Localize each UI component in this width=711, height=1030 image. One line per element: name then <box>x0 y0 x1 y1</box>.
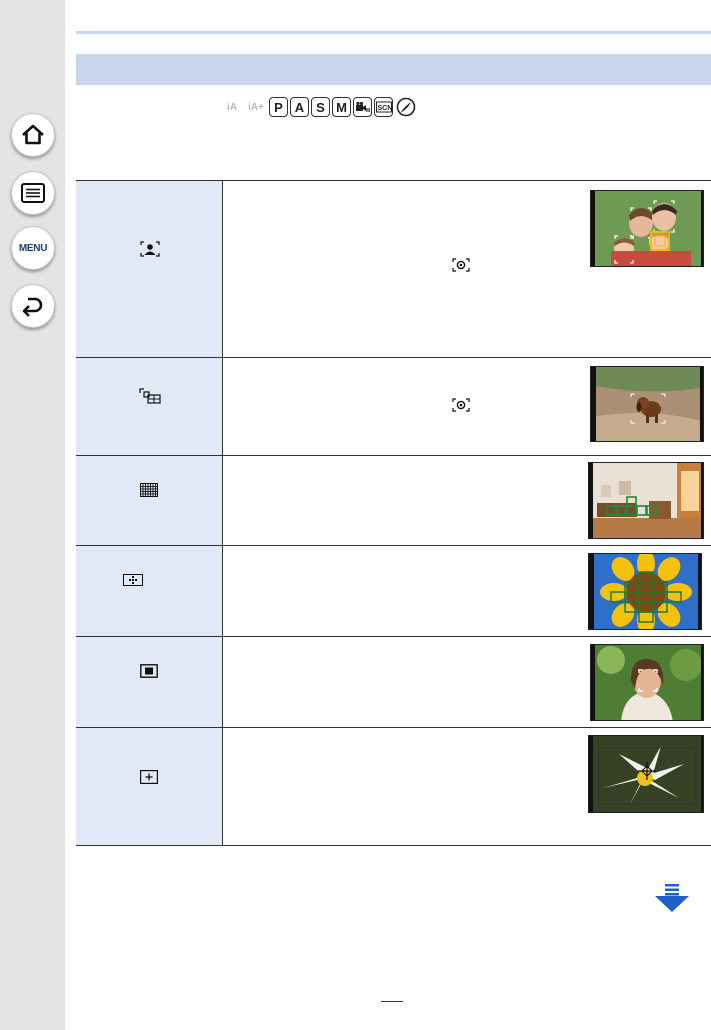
back-button[interactable] <box>11 284 55 328</box>
table-row <box>76 637 711 728</box>
af-mode-label-cell <box>76 181 223 357</box>
menu-label: MENU <box>18 242 48 254</box>
mode-ia-icon: iA <box>227 101 237 113</box>
face-eye-detection-icon <box>140 241 160 257</box>
mode-ia-plus-icon: iA+ <box>248 101 264 113</box>
metering-icon <box>452 398 470 412</box>
woman-portrait-photo <box>590 644 704 721</box>
af-mode-label-cell <box>76 728 223 845</box>
contents-button[interactable] <box>11 171 55 215</box>
custom-multi-icon <box>123 574 143 586</box>
af-mode-label-cell <box>76 456 223 545</box>
table-row <box>76 546 711 637</box>
section-header-band <box>76 54 711 85</box>
af-mode-table <box>76 180 711 846</box>
af-mode-label-cell <box>76 637 223 727</box>
1-area-icon <box>140 664 158 678</box>
applicable-modes: iA iA+ P A S M M SCN <box>221 96 417 118</box>
svg-text:M: M <box>366 108 370 113</box>
mode-s-icon: S <box>311 97 330 117</box>
mode-m-icon: M <box>332 97 351 117</box>
49-area-icon <box>140 483 158 497</box>
table-row <box>76 456 711 546</box>
table-row <box>76 728 711 846</box>
sunflower-photo <box>588 553 702 630</box>
metering-icon <box>452 258 470 272</box>
back-arrow-icon <box>22 297 43 317</box>
next-page-arrow-icon[interactable] <box>655 884 689 912</box>
mode-scn-icon: SCN <box>374 97 393 117</box>
white-flower-photo <box>588 735 704 813</box>
table-row <box>76 358 711 456</box>
puppy-tracking-photo <box>590 366 704 442</box>
page-number-underline <box>381 1001 403 1002</box>
svg-text:SCN: SCN <box>377 105 392 112</box>
top-divider <box>76 31 711 34</box>
room-interior-photo <box>588 462 704 539</box>
mode-p-icon: P <box>269 97 288 117</box>
sidebar-nav: MENU <box>0 0 65 1030</box>
pinpoint-icon <box>140 770 158 784</box>
mode-creative-icon <box>395 97 417 117</box>
mode-movie-m-icon: M <box>353 97 372 117</box>
home-icon <box>22 124 44 145</box>
tracking-icon <box>139 388 161 404</box>
list-icon <box>21 183 45 203</box>
af-mode-label-cell <box>76 358 223 455</box>
mode-a-icon: A <box>290 97 309 117</box>
table-row <box>76 181 711 358</box>
menu-button[interactable]: MENU <box>11 226 55 270</box>
family-faces-photo <box>590 190 704 267</box>
af-mode-label-cell <box>76 546 223 636</box>
home-button[interactable] <box>11 113 55 157</box>
